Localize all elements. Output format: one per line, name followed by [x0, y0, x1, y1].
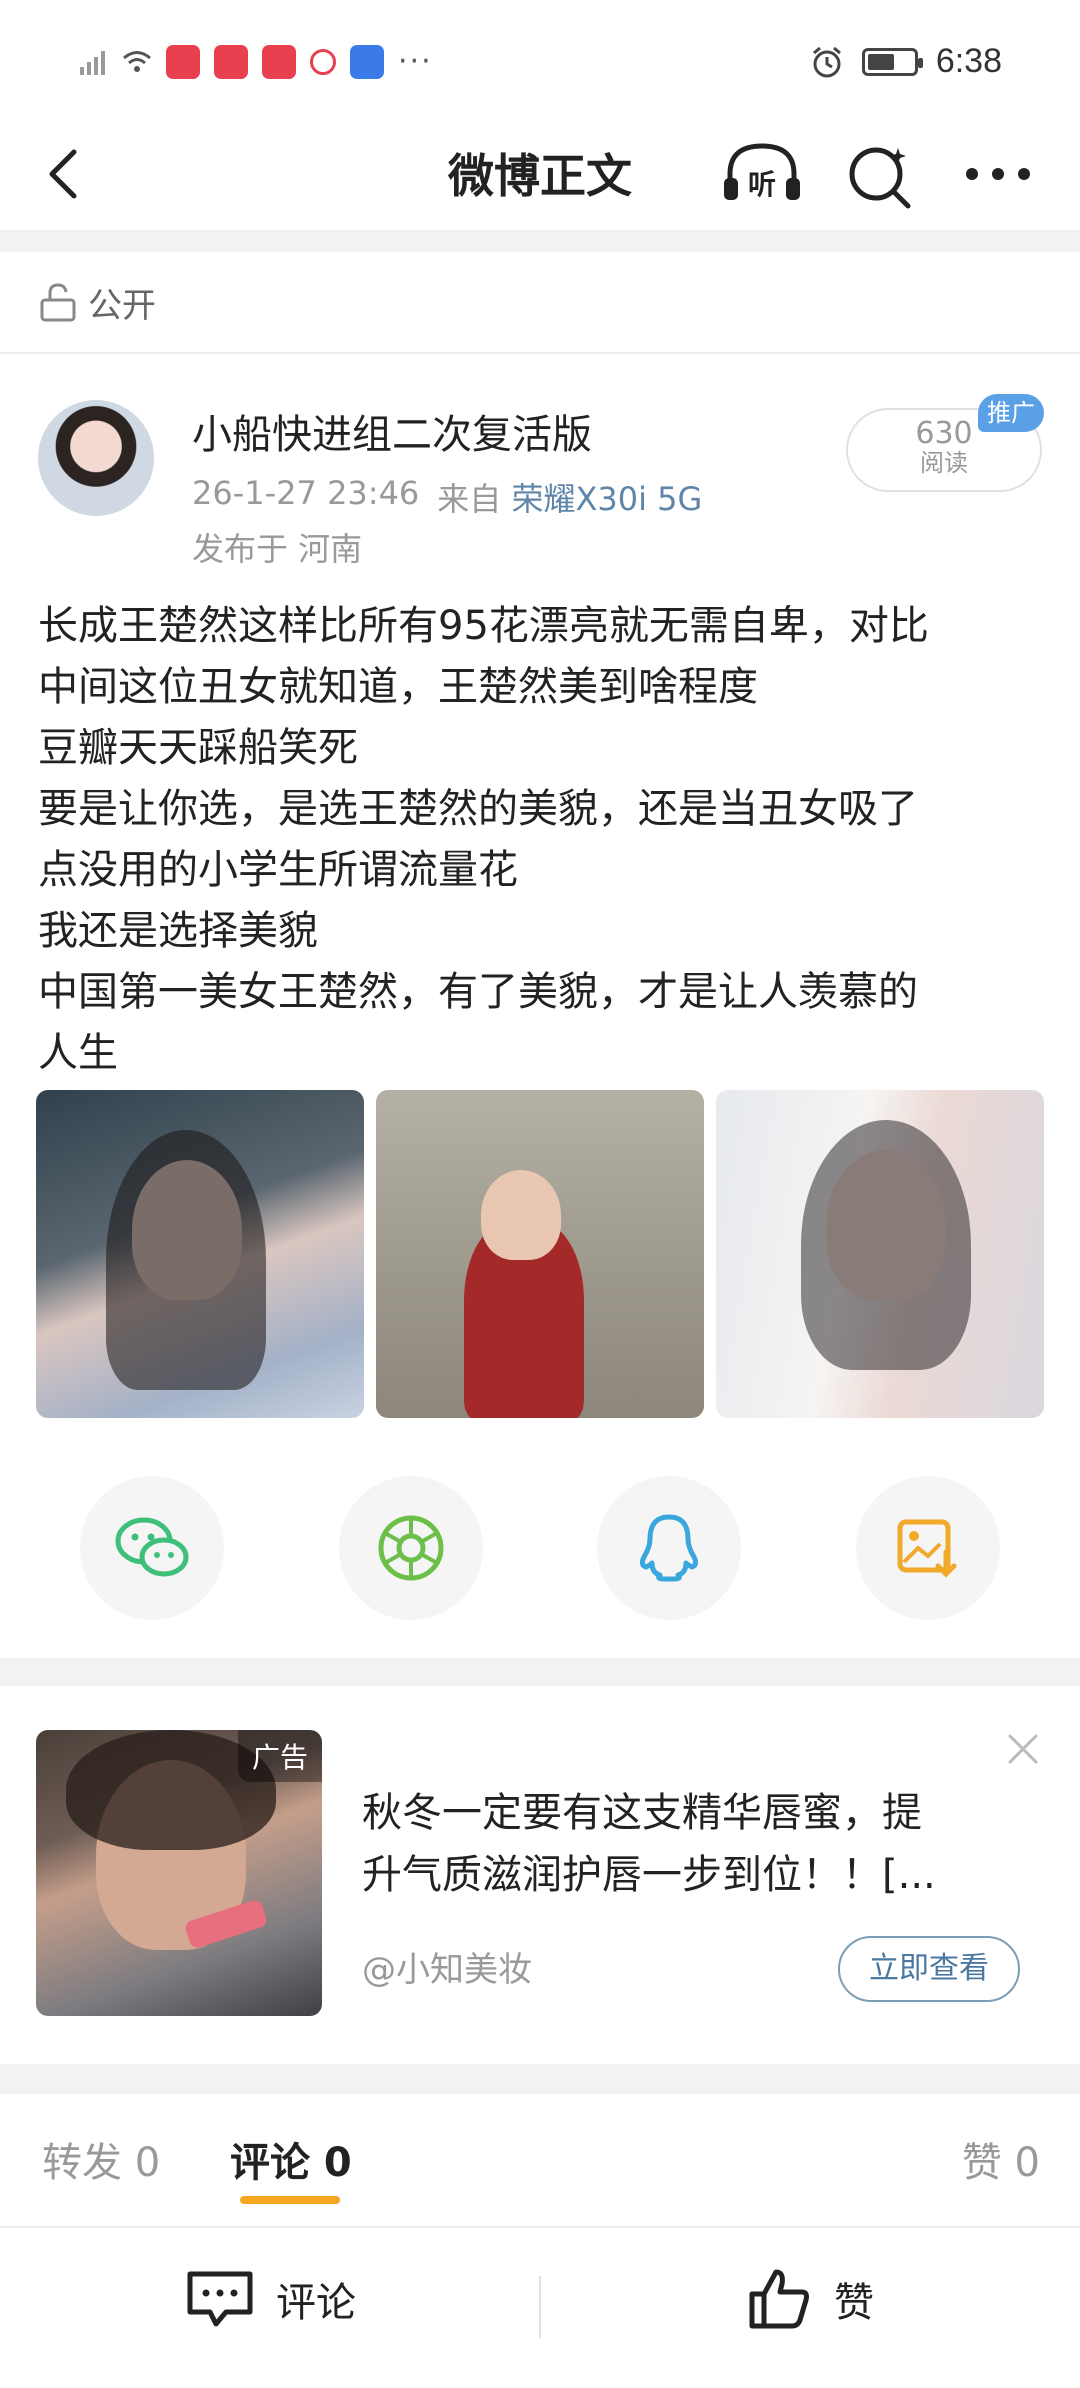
tab-likes[interactable]: 赞 0	[962, 2130, 1040, 2188]
post-meta: 26-1-27 23:46 来自 荣耀X30i 5G	[192, 474, 702, 520]
post-text-line: 人生	[38, 1030, 118, 1076]
post-text-line: 中间这位丑女就知道，王楚然美到啥程度	[38, 664, 758, 710]
ad-title[interactable]: 秋冬一定要有这支精华唇蜜，提 升气质滋润护唇一步到位！！[...	[362, 1782, 1012, 1906]
search-button[interactable]	[840, 134, 920, 214]
bottom-action-bar: 评论 赞	[0, 2226, 1080, 2388]
share-moments-button[interactable]	[338, 1476, 483, 1620]
post-text-line: 要是让你选，是选王楚然的美貌，还是当丑女吸了	[38, 786, 918, 832]
top-nav: 微博正文 听	[0, 120, 1080, 230]
wechat-icon	[115, 1517, 189, 1577]
visibility-label: 公开	[88, 285, 156, 326]
read-label: 阅读	[920, 449, 968, 477]
app-notification-icon	[166, 44, 200, 79]
status-bar-right: 6:38	[810, 42, 1002, 81]
post-text-line: 中国第一美女王楚然，有了美貌，才是让人羡慕的	[38, 969, 918, 1015]
like-button-label: 赞	[834, 2280, 874, 2326]
share-wechat-button[interactable]	[80, 1476, 224, 1620]
section-gap	[0, 2064, 1080, 2094]
post-location: 发布于 河南	[192, 530, 363, 568]
avatar[interactable]	[38, 400, 154, 516]
photo-subject	[801, 1120, 971, 1370]
post-text-line: 豆瓣天天踩船笑死	[38, 725, 358, 771]
save-image-icon	[897, 1519, 957, 1578]
divider	[539, 2276, 541, 2338]
post-image[interactable]	[36, 1090, 364, 1418]
share-qq-button[interactable]	[597, 1476, 742, 1620]
app-notification-icon	[262, 44, 296, 79]
post-images	[36, 1090, 1044, 1418]
active-tab-indicator	[240, 2196, 340, 2204]
section-gap	[0, 1658, 1080, 1686]
post-text-line: 长成王楚然这样比所有95花漂亮就无需自卑，对比	[38, 603, 929, 649]
comment-button[interactable]: 评论	[186, 2268, 356, 2330]
post-text-line: 点没用的小学生所谓流量花	[38, 847, 518, 893]
map-notification-icon	[310, 48, 336, 75]
section-gap	[0, 230, 1080, 252]
comment-icon	[187, 2271, 253, 2327]
ad-cta-button[interactable]: 立即查看	[838, 1936, 1020, 2002]
promo-badge[interactable]: 推广	[978, 394, 1044, 432]
ad-image[interactable]: 广告	[36, 1730, 322, 2016]
ad-tag: 广告	[237, 1730, 322, 1782]
like-button[interactable]: 赞	[748, 2268, 874, 2330]
app-notification-icon	[214, 44, 248, 79]
post-image[interactable]	[716, 1090, 1044, 1418]
comment-button-label: 评论	[276, 2280, 356, 2326]
qq-icon	[640, 1514, 699, 1582]
share-row	[80, 1476, 1000, 1626]
post-image[interactable]	[376, 1090, 704, 1418]
clock: 6:38	[935, 42, 1002, 80]
more-button[interactable]	[958, 134, 1038, 214]
visibility-row: 公开	[0, 252, 1080, 352]
app-notification-icon	[350, 44, 384, 79]
thumbs-up-icon	[749, 2269, 809, 2329]
status-bar: ··· 6:38	[0, 0, 1080, 120]
battery-icon	[861, 47, 923, 76]
tab-comments[interactable]: 评论 0	[230, 2130, 352, 2188]
ad-title-line: 秋冬一定要有这支精华唇蜜，提	[362, 1790, 922, 1836]
listen-label: 听	[748, 168, 776, 201]
alarm-icon	[812, 46, 841, 77]
signal-icon	[80, 50, 105, 75]
post-timestamp: 26-1-27 23:46	[192, 474, 420, 512]
unlock-icon	[40, 283, 76, 322]
listen-button[interactable]: 听	[718, 134, 806, 214]
post-text-line: 我还是选择美貌	[38, 908, 318, 954]
divider	[0, 352, 1080, 354]
photo-subject	[481, 1170, 561, 1260]
back-button[interactable]	[36, 134, 96, 214]
post-text: 长成王楚然这样比所有95花漂亮就无需自卑，对比 中间这位丑女就知道，王楚然美到啥…	[38, 596, 1048, 1084]
ad-title-line: 升气质滋润护唇一步到位！！[...	[362, 1852, 936, 1898]
ad-close-button[interactable]	[1000, 1726, 1046, 1772]
photo-subject	[106, 1130, 266, 1390]
tab-reposts[interactable]: 转发 0	[42, 2130, 160, 2188]
save-image-button[interactable]	[855, 1476, 1000, 1620]
author-name[interactable]: 小船快进组二次复活版	[192, 402, 592, 460]
moments-icon	[378, 1515, 444, 1581]
device-name: 荣耀X30i 5G	[511, 480, 703, 518]
wifi-icon	[123, 50, 151, 72]
source-prefix: 来自 荣耀X30i 5G	[437, 480, 703, 518]
more-notifications-icon: ···	[398, 44, 433, 79]
status-bar-left: ···	[78, 44, 433, 79]
ad-source[interactable]: @小知美妆	[362, 1942, 532, 1991]
interaction-tabs: 转发 0 评论 0 赞 0	[0, 2094, 1080, 2214]
